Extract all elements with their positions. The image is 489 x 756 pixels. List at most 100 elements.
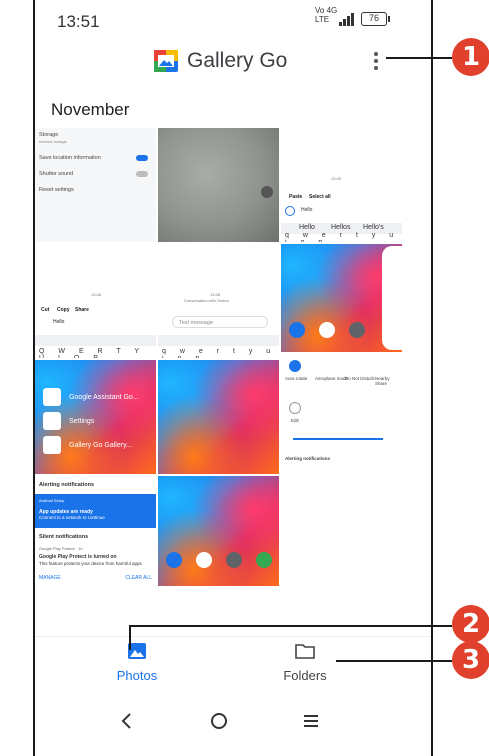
thumb-notif-protect-body: This feature protects your device from h… bbox=[39, 561, 142, 566]
thumb-kbd-b-share: Share bbox=[75, 307, 89, 313]
thumb-suggestion: Hello bbox=[299, 224, 315, 231]
photo-thumbnail-keyboard-a[interactable]: 13:49 Paste Select all Hello Hello Hello… bbox=[281, 128, 402, 242]
shortcut-label: Settings bbox=[69, 418, 95, 425]
thumb-kbd-b-input: Hello bbox=[53, 319, 65, 325]
thumb-suggestion: Hello's bbox=[363, 224, 384, 231]
home-icon[interactable] bbox=[207, 709, 231, 733]
thumb-plus-icon bbox=[285, 206, 295, 216]
shortcut-label: Gallery Go Gallery... bbox=[69, 442, 132, 449]
qs-footer: Alerting notifications bbox=[285, 456, 330, 461]
photo-thumbnail-keyboard-c[interactable]: 13:48 Conversation with Gmina Text messa… bbox=[158, 244, 279, 358]
month-heading: November bbox=[51, 100, 130, 119]
gallery-shortcut-icon bbox=[43, 436, 61, 454]
nav-photos[interactable]: Photos bbox=[97, 643, 177, 683]
signal-icon bbox=[339, 12, 355, 26]
callout-badge-1: 1 bbox=[452, 38, 489, 76]
thumb-kbd-toolbar bbox=[35, 335, 156, 346]
photo-thumbnail-notifications[interactable]: Alerting notifications Android Setup App… bbox=[35, 476, 156, 586]
photos-icon bbox=[128, 643, 146, 659]
qs-item: Nearby Share bbox=[375, 376, 390, 386]
callout-badge-3: 3 bbox=[452, 641, 489, 679]
nav-folders[interactable]: Folders bbox=[265, 643, 345, 683]
qs-item: Auto-rotate bbox=[285, 376, 308, 381]
toggle-off-icon bbox=[136, 171, 148, 177]
thumb-kbd-c-header: Conversation with Gmina bbox=[184, 298, 229, 303]
shortcut-label: Google Assistant Go... bbox=[69, 394, 139, 401]
photo-thumbnail-keyboard-b[interactable]: 13:48 Cut Copy Share Hello Q W E R T Y U… bbox=[35, 244, 156, 358]
qs-edit: Edit bbox=[291, 418, 299, 423]
thumb-kbd-a-paste: Paste bbox=[289, 194, 303, 200]
photo-thumbnail-homescreen-a[interactable] bbox=[281, 244, 402, 352]
auto-rotate-icon bbox=[289, 360, 301, 372]
phone-screen: 13:51 Vo 4G LTE 76 Gallery Go November S… bbox=[33, 0, 433, 756]
bottom-navigation: Photos Folders bbox=[35, 636, 431, 692]
photo-thumbnail-wallpaper[interactable] bbox=[158, 360, 279, 474]
thumb-settings-save-location: Save location information bbox=[39, 155, 101, 161]
duo-icon bbox=[289, 322, 305, 338]
thumb-notif-manage: MANAGE bbox=[39, 575, 61, 581]
status-bar: 13:51 Vo 4G LTE 76 bbox=[35, 0, 431, 44]
qs-item: Do Not Disturb bbox=[345, 376, 375, 381]
assistant-icon bbox=[196, 552, 212, 568]
gallery-go-logo-icon bbox=[154, 50, 178, 72]
edit-plus-icon bbox=[289, 402, 301, 414]
thumb-notif-update-body: Connect to a network to continue bbox=[39, 515, 105, 520]
toggle-on-icon bbox=[136, 155, 148, 161]
thumb-kbd-a-keys: q w e r t y u i o p bbox=[285, 232, 400, 242]
thumb-kbd-b-keys: Q W E R T Y U I O P bbox=[39, 348, 145, 358]
menu-icon[interactable] bbox=[299, 709, 323, 733]
app-bar: Gallery Go bbox=[35, 40, 431, 84]
nav-folders-label: Folders bbox=[283, 668, 327, 683]
callout-line-3 bbox=[336, 660, 452, 662]
photo-thumbnail-grey[interactable] bbox=[158, 128, 279, 242]
thumb-volume-panel bbox=[382, 246, 402, 350]
battery-icon: 76 bbox=[361, 12, 390, 26]
callout-line-2-vertical bbox=[129, 625, 131, 650]
more-options-icon[interactable] bbox=[369, 50, 383, 72]
thumb-notif-silent: Silent notifications bbox=[39, 534, 89, 540]
thumb-notif-protect-title: Google Play Protect is turned on bbox=[39, 554, 117, 560]
network-indicator: Vo 4G LTE bbox=[315, 6, 337, 24]
thumb-kbd-c-time: 13:48 bbox=[210, 292, 221, 297]
thumb-notif-clear-all: CLEAR ALL bbox=[125, 575, 152, 581]
photo-grid: Storage Internal storage Save location i… bbox=[35, 128, 431, 593]
folder-icon bbox=[295, 644, 315, 659]
thumb-suggestion: Hellos bbox=[331, 224, 351, 231]
photo-thumbnail-quick-settings[interactable]: Auto-rotate Aeroplane mode Do Not Distur… bbox=[281, 352, 402, 470]
thumbnail-badge-icon bbox=[261, 186, 273, 198]
thumb-settings-reset: Reset settings bbox=[39, 187, 74, 193]
photo-thumbnail-settings[interactable]: Storage Internal storage Save location i… bbox=[35, 128, 156, 242]
thumb-settings-subtitle: Internal storage bbox=[39, 139, 67, 144]
qs-item: Aeroplane mode bbox=[315, 376, 349, 381]
thumb-kbd-a-select-all: Select all bbox=[309, 194, 331, 200]
network-type-top: Vo 4G bbox=[315, 6, 338, 15]
thumb-notif-header: Alerting notifications bbox=[39, 482, 94, 488]
callout-line-2 bbox=[129, 625, 452, 627]
app-title: Gallery Go bbox=[187, 49, 288, 72]
status-time: 13:51 bbox=[57, 12, 100, 31]
settings-icon bbox=[349, 322, 365, 338]
brightness-slider bbox=[293, 438, 383, 440]
callout-line-1 bbox=[386, 57, 452, 59]
thumb-kbd-c-placeholder: Text message bbox=[172, 316, 268, 328]
thumb-kbd-b-copy: Copy bbox=[57, 307, 70, 313]
duo-icon bbox=[166, 552, 182, 568]
thumb-kbd-a-input: Hello bbox=[301, 207, 313, 213]
thumb-settings-shutter: Shutter sound bbox=[39, 171, 74, 177]
callout-badge-2: 2 bbox=[452, 605, 489, 643]
smart-manager-icon bbox=[256, 552, 272, 568]
thumb-notif-protect-line: Google Play Protect · 1h bbox=[39, 546, 83, 551]
photo-thumbnail-homescreen-b[interactable] bbox=[158, 476, 279, 586]
settings-shortcut-icon bbox=[43, 412, 61, 430]
thumb-kbd-b-time: 13:48 bbox=[91, 292, 102, 297]
thumb-kbd-c-keys: q w e r t y u i o p bbox=[162, 348, 277, 358]
thumb-notif-app: Android Setup bbox=[39, 498, 65, 503]
thumb-kbd-a-time: 13:49 bbox=[331, 176, 342, 181]
assistant-shortcut-icon bbox=[43, 388, 61, 406]
back-icon[interactable] bbox=[115, 709, 139, 733]
network-type-bottom: LTE bbox=[315, 15, 330, 24]
photo-thumbnail-shortcuts[interactable]: Google Assistant Go... Settings Gallery … bbox=[35, 360, 156, 474]
assistant-icon bbox=[319, 322, 335, 338]
thumb-kbd-toolbar bbox=[158, 335, 279, 346]
thumb-notif-update-card: Android Setup App updates are ready Conn… bbox=[35, 494, 156, 528]
